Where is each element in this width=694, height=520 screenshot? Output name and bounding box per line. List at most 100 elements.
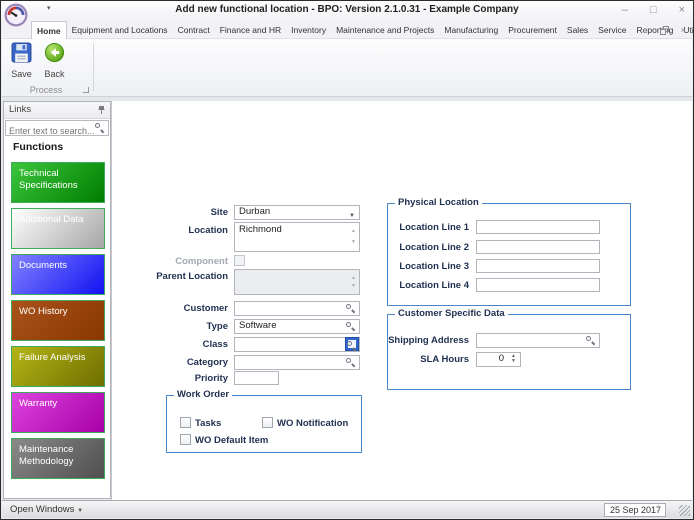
sidebar-item-failure-analysis[interactable]: Failure Analysis [11,346,105,387]
ribbon-tab-row: Home Equipment and Locations Contract Fi… [2,21,693,39]
wo-notification-checkbox[interactable] [262,417,273,428]
functions-heading: Functions [13,141,64,153]
ribbon: Save Back Process [2,39,692,97]
location-value: Richmond [239,224,282,235]
tab-manufacturing[interactable]: Manufacturing [439,21,503,39]
location-line-3-label: Location Line 3 [399,261,469,272]
location-label: Location [188,225,228,236]
tile-label: Technical Specifications [19,168,78,191]
sla-hours-spinner[interactable]: 0 ▲ ▼ [476,352,521,367]
sidebar-item-warranty[interactable]: Warranty [11,392,105,433]
sidebar-search-input[interactable] [6,124,108,138]
site-combobox[interactable]: Durban ▼ [234,205,360,220]
tab-sales[interactable]: Sales [562,21,593,39]
sla-hours-spin-icons[interactable]: ▲ ▼ [509,354,518,365]
sidebar-item-documents[interactable]: Documents [11,254,105,295]
tile-label: Maintenance Methodology [19,444,74,467]
open-windows-label: Open Windows [10,504,75,515]
location-line-2-field[interactable] [476,240,600,254]
ribbon-group-label: Process [29,85,63,95]
sidebar-search-box [5,120,109,138]
location-scroll-down-icon[interactable]: ▼ [351,236,356,249]
category-search-icon[interactable] [346,357,355,367]
app-gauge-icon[interactable] [4,3,28,27]
open-windows-arrow-icon: ▼ [77,508,84,514]
tab-finance-and-hr[interactable]: Finance and HR [215,21,286,39]
tasks-label: Tasks [195,418,222,429]
group-dialog-launcher-icon[interactable] [83,87,89,93]
sidebar-item-technical-specifications[interactable]: Technical Specifications [11,162,105,203]
parent-location-label: Parent Location [156,271,228,282]
customer-field[interactable] [234,301,360,316]
customer-specific-data-group-title: Customer Specific Data [395,308,508,319]
mdi-minimize-button[interactable]: – [643,25,648,35]
customer-label: Customer [183,303,228,314]
sla-down-icon[interactable]: ▼ [511,358,516,364]
class-label: Class [202,339,228,350]
type-label: Type [206,321,228,332]
tab-procurement[interactable]: Procurement [503,21,562,39]
tile-label: Warranty [19,398,58,409]
status-date-field[interactable]: 25 Sep 2017 ▲ ▼ [604,503,666,517]
site-value: Durban [239,206,271,217]
location-line-3-field[interactable] [476,259,600,273]
date-spin-icons[interactable]: ▲ ▼ [654,505,663,516]
location-line-4-field[interactable] [476,278,600,292]
class-search-icon [347,341,356,351]
location-textarea[interactable]: Richmond ▲ ▼ [234,222,360,252]
tasks-checkbox[interactable] [180,417,191,428]
resize-grip[interactable] [679,505,690,516]
site-dropdown-icon[interactable]: ▼ [349,210,355,222]
save-button-label: Save [11,69,32,79]
links-sidebar: Links Functions Technical Specifications… [3,101,111,499]
class-field[interactable] [234,337,360,352]
save-icon [11,42,32,67]
tab-contract[interactable]: Contract [173,21,215,39]
app-window: ▾ Add new functional location - BPO: Ver… [0,0,694,520]
tab-home[interactable]: Home [31,21,67,39]
sidebar-item-additional-data[interactable]: Additional Data [11,208,105,249]
class-search-button[interactable] [345,337,359,351]
links-panel-header: Links [4,102,110,119]
sla-hours-label: SLA Hours [420,354,469,365]
back-button[interactable]: Back [39,42,70,84]
priority-field[interactable] [234,371,279,385]
maximize-button[interactable]: □ [650,3,657,18]
sidebar-item-maintenance-methodology[interactable]: Maintenance Methodology [11,438,105,479]
date-down-icon[interactable]: ▼ [656,509,661,515]
work-order-group-title: Work Order [174,389,233,400]
shipping-address-field[interactable] [476,333,600,348]
back-button-label: Back [44,69,65,79]
mdi-restore-button[interactable] [659,25,669,35]
minimize-button[interactable]: – [622,3,628,18]
customer-search-icon[interactable] [346,303,355,313]
save-button[interactable]: Save [6,42,37,84]
wo-default-item-checkbox[interactable] [180,434,191,445]
type-search-icon[interactable] [346,321,355,331]
mdi-close-button[interactable]: × [681,25,686,35]
title-bar: ▾ Add new functional location - BPO: Ver… [1,1,693,27]
sla-hours-value: 0 [498,353,504,364]
site-label: Site [210,207,228,218]
pin-icon[interactable] [97,105,106,121]
location-line-1-label: Location Line 1 [399,222,469,233]
open-windows-dropdown[interactable]: Open Windows ▼ [10,504,83,515]
links-panel-title: Links [9,104,32,115]
priority-label: Priority [194,373,228,384]
type-field[interactable]: Software [234,319,360,334]
tab-service[interactable]: Service [593,21,631,39]
tab-equipment-and-locations[interactable]: Equipment and Locations [67,21,173,39]
sidebar-search-icon[interactable] [95,123,104,133]
tab-inventory[interactable]: Inventory [286,21,331,39]
sidebar-item-wo-history[interactable]: WO History [11,300,105,341]
window-title: Add new functional location - BPO: Versi… [175,4,519,15]
back-arrow-icon [44,42,65,67]
tab-maintenance-and-projects[interactable]: Maintenance and Projects [331,21,439,39]
physical-location-group-title: Physical Location [395,197,482,208]
shipping-address-search-icon[interactable] [586,335,595,345]
tile-label: Failure Analysis [19,352,86,363]
location-line-1-field[interactable] [476,220,600,234]
close-button[interactable]: × [679,3,685,18]
category-label: Category [186,357,228,368]
category-field[interactable] [234,355,360,370]
